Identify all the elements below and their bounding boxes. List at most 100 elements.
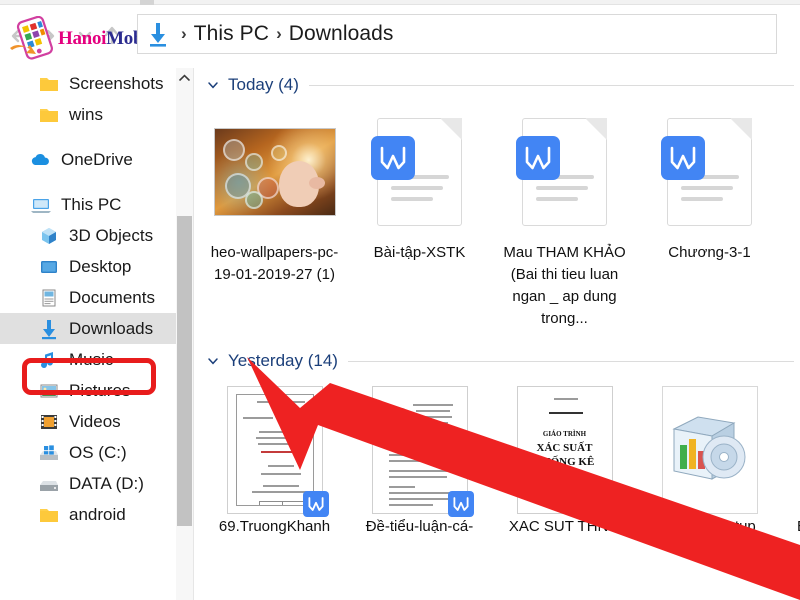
cover-line-3: THỐNG KÊ [534,456,595,468]
onedrive-cloud-icon [30,149,52,171]
file-list-area: Today (4) heo-wallpapers-pc-19-01-2019-2… [194,68,800,600]
file-tile[interactable]: Đề-tiểu-luận-cá- [347,384,492,538]
group-rule [308,84,794,86]
document-page [235,394,314,506]
file-tile[interactable]: ChromeSetup [637,384,782,538]
word-badge [302,491,329,517]
sidebar-item-label: wins [69,104,104,124]
windows-drive-icon [38,442,60,464]
sidebar-item-this-pc[interactable]: This PC [0,189,176,220]
sidebar-item-onedrive[interactable]: OneDrive [0,144,176,175]
window-top-bar: HanoiMobile › This PC › Downloads [0,0,800,68]
word-badge [592,491,619,517]
group-rule [347,360,794,362]
file-name: ChromeSetup [663,518,756,535]
toolbar-tick [140,0,154,5]
bubble [270,145,287,161]
file-name: Đề-tiểu-luận-cá- [365,518,474,535]
breadcrumb-this-pc[interactable]: This PC [194,22,269,46]
drive-icon [38,473,60,495]
navigation-sidebar: Screenshots wins OneDrive This PC 3D Obj… [0,68,176,600]
file-name: Chương-3-1 [668,244,751,261]
sidebar-item-label: android [69,504,126,524]
downloads-icon [38,318,60,340]
thumbnail [637,384,782,516]
thumbnail [202,102,347,242]
word-document-icon [371,118,462,226]
word-badge [661,136,705,180]
sidebar-item-os-c[interactable]: OS (C:) [0,437,176,468]
file-tile[interactable]: Bài-tập-XSTK [347,102,492,330]
file-tile[interactable]: heo-wallpapers-pc-19-01-2019-27 (1) [202,102,347,330]
chevron-down-icon[interactable] [206,78,220,92]
thumbnail [347,384,492,517]
sidebar-item-screenshots[interactable]: Screenshots [0,68,176,99]
photo-subject-detail [308,177,325,189]
folder-icon [38,104,60,126]
breadcrumb-separator: › [276,24,282,43]
document-page: GIÁO TRÌNH XÁC SUẤT THỐNG KÊ [526,394,604,506]
group-header-today[interactable]: Today (4) [194,68,800,102]
chevron-up-icon[interactable] [176,68,193,88]
this-pc-icon [30,194,52,216]
folder-icon [38,504,60,526]
bubble [222,139,245,161]
book-cover-preview: GIÁO TRÌNH XÁC SUẤT THỐNG KÊ [516,386,619,517]
file-tile[interactable]: Chương-3-1 [637,102,782,330]
file-grid-today: heo-wallpapers-pc-19-01-2019-27 (1) Bài-… [194,102,800,330]
sidebar-item-data-d[interactable]: DATA (D:) [0,468,176,499]
word-document-preview [371,386,474,517]
thumbnail [347,102,492,242]
file-grid-yesterday: 69.TruongKhanh Đề-tiểu-luận-cá- GIÁO TRÌ… [194,378,800,538]
sidebar-item-downloads[interactable]: Downloads [0,313,176,344]
window-chrome-edge [0,0,800,5]
cover-line-2: XÁC SUẤT [536,442,593,454]
file-tile[interactable]: GIÁO TRÌNH XÁC SUẤT THỐNG KÊ XAC SUT THN… [492,384,637,538]
seal-icon [394,408,408,421]
sidebar-item-label: This PC [61,194,122,214]
sidebar-item-label: Documents [69,287,155,307]
address-bar[interactable]: › This PC › Downloads [137,14,777,54]
file-tile[interactable]: Mau THAM KHẢO (Bai thi tieu luan ngan _ … [492,102,637,330]
sidebar-item-3d-objects[interactable]: 3D Objects [0,220,176,251]
file-name: heo-wallpapers-pc-19-01-2019-27 (1) [210,244,339,283]
word-document-icon [516,118,607,226]
downloads-highlight-box [22,358,156,395]
file-explorer-window: HanoiMobile › This PC › Downloads Screen… [0,0,800,600]
thumbnail [492,102,637,242]
sidebar-item-label: DATA (D:) [69,473,144,493]
word-badge [371,136,415,180]
bubble [244,153,263,171]
sidebar-item-videos[interactable]: Videos [0,406,176,437]
sidebar-item-wins[interactable]: wins [0,99,176,130]
sidebar-scrollbar[interactable] [176,68,193,600]
file-tile-clipped[interactable]: B [782,384,800,538]
videos-icon [38,411,60,433]
sidebar-item-label: OS (C:) [69,442,127,462]
sidebar-item-label: Desktop [69,256,132,276]
documents-icon [38,287,60,309]
sidebar-scrollbar-thumb[interactable] [177,216,192,526]
sidebar-item-documents[interactable]: Documents [0,282,176,313]
cover-line-1: GIÁO TRÌNH [542,430,587,438]
group-label: Yesterday (14) [228,351,338,370]
chevron-down-icon[interactable] [206,354,220,368]
file-name: B [782,516,800,538]
thumbnail [202,384,347,517]
file-tile[interactable]: 69.TruongKhanh [202,384,347,538]
bubble [244,191,263,209]
group-header-yesterday[interactable]: Yesterday (14) [194,344,800,378]
file-name: Bài-tập-XSTK [373,244,466,261]
sidebar-item-android[interactable]: android [0,499,176,530]
breadcrumb-downloads[interactable]: Downloads [289,22,394,46]
sidebar-item-label: 3D Objects [69,225,154,245]
sidebar-item-label: Videos [69,411,121,431]
word-document-preview [226,386,329,517]
sidebar-item-desktop[interactable]: Desktop [0,251,176,282]
desktop-icon [38,256,60,278]
watermark-brand-first: Hanoi [58,28,107,49]
sidebar-item-label: OneDrive [61,149,133,169]
thumbnail [637,102,782,242]
image-thumbnail [213,128,336,216]
